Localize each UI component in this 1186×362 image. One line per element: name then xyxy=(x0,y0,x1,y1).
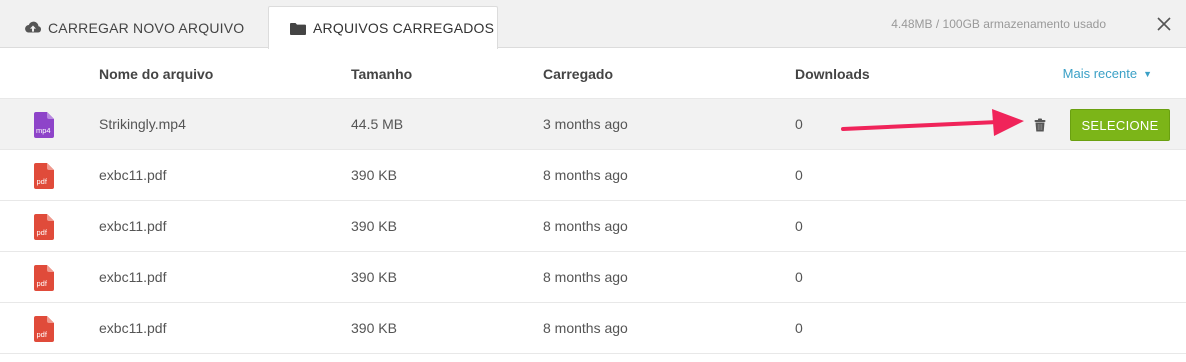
tab-uploaded-files[interactable]: ARQUIVOS CARREGADOS xyxy=(268,6,498,49)
table-row[interactable]: pdf exbc11.pdf 390 KB 8 months ago 0 xyxy=(0,150,1186,201)
column-header-uploaded[interactable]: Carregado xyxy=(543,49,613,98)
file-name: Strikingly.mp4 xyxy=(99,116,186,132)
pdf-file-icon: pdf xyxy=(34,163,54,189)
pdf-file-icon: pdf xyxy=(34,316,54,342)
tab-upload-new-file[interactable]: CARREGAR NOVO ARQUIVO xyxy=(0,6,260,49)
table-row[interactable]: mp4 Strikingly.mp4 44.5 MB 3 months ago … xyxy=(0,99,1186,150)
column-header-size[interactable]: Tamanho xyxy=(351,49,412,98)
file-downloads: 0 xyxy=(795,320,803,336)
file-size: 44.5 MB xyxy=(351,116,404,132)
tab-upload-label: CARREGAR NOVO ARQUIVO xyxy=(48,19,245,36)
tab-uploaded-label: ARQUIVOS CARREGADOS xyxy=(313,20,495,36)
file-uploaded: 8 months ago xyxy=(543,320,628,336)
mp4-file-icon: mp4 xyxy=(34,112,54,138)
file-size: 390 KB xyxy=(351,320,397,336)
sort-label: Mais recente xyxy=(1062,66,1138,81)
column-header-downloads[interactable]: Downloads xyxy=(795,49,870,98)
file-name: exbc11.pdf xyxy=(99,320,167,336)
svg-text:pdf: pdf xyxy=(37,330,48,339)
file-downloads: 0 xyxy=(795,269,803,285)
file-uploaded: 8 months ago xyxy=(543,218,628,234)
pdf-file-icon: pdf xyxy=(34,214,54,240)
file-name: exbc11.pdf xyxy=(99,218,167,234)
svg-text:pdf: pdf xyxy=(37,279,48,288)
svg-text:mp4: mp4 xyxy=(36,126,51,135)
storage-usage: 4.48MB / 100GB armazenamento usado xyxy=(891,17,1106,31)
close-button[interactable] xyxy=(1152,12,1176,36)
file-name: exbc11.pdf xyxy=(99,167,167,183)
chevron-down-icon: ▼ xyxy=(1143,68,1152,79)
cloud-upload-icon xyxy=(24,20,42,36)
file-uploaded: 3 months ago xyxy=(543,116,628,132)
select-button[interactable]: SELECIONE xyxy=(1070,109,1170,141)
column-header-name[interactable]: Nome do arquivo xyxy=(99,49,213,98)
table-row[interactable]: pdf exbc11.pdf 390 KB 8 months ago 0 xyxy=(0,252,1186,303)
svg-text:pdf: pdf xyxy=(37,177,48,186)
table-row[interactable]: pdf exbc11.pdf 390 KB 8 months ago 0 xyxy=(0,201,1186,252)
pdf-file-icon: pdf xyxy=(34,265,54,291)
file-downloads: 0 xyxy=(795,116,803,132)
svg-text:pdf: pdf xyxy=(37,228,48,237)
file-list: mp4 Strikingly.mp4 44.5 MB 3 months ago … xyxy=(0,99,1186,354)
folder-icon xyxy=(289,20,307,36)
table-header: Nome do arquivo Tamanho Carregado Downlo… xyxy=(0,49,1186,99)
file-uploaded: 8 months ago xyxy=(543,269,628,285)
file-uploaded: 8 months ago xyxy=(543,167,628,183)
file-size: 390 KB xyxy=(351,218,397,234)
sort-dropdown[interactable]: Mais recente ▼ xyxy=(1063,49,1152,98)
file-size: 390 KB xyxy=(351,167,397,183)
file-size: 390 KB xyxy=(351,269,397,285)
file-name: exbc11.pdf xyxy=(99,269,167,285)
file-downloads: 0 xyxy=(795,167,803,183)
file-downloads: 0 xyxy=(795,218,803,234)
top-bar: CARREGAR NOVO ARQUIVO ARQUIVOS CARREGADO… xyxy=(0,0,1186,49)
delete-button[interactable] xyxy=(1032,116,1048,133)
trash-icon xyxy=(1034,118,1046,131)
table-row[interactable]: pdf exbc11.pdf 390 KB 8 months ago 0 xyxy=(0,303,1186,354)
close-icon xyxy=(1157,17,1171,31)
